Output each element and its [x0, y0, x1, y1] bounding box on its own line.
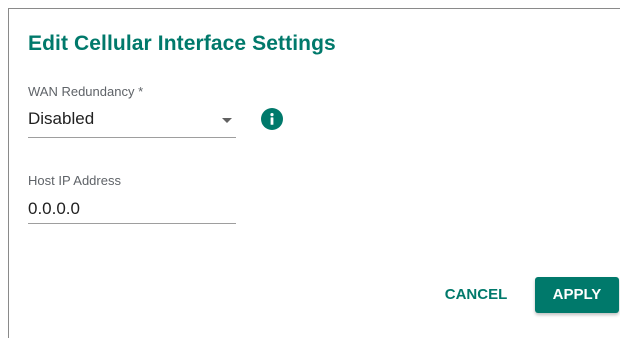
wan-redundancy-label: WAN Redundancy * — [28, 84, 144, 99]
wan-redundancy-underline — [28, 137, 236, 138]
host-ip-underline — [28, 223, 236, 224]
dialog-title: Edit Cellular Interface Settings — [28, 32, 336, 55]
wan-redundancy-value: Disabled — [28, 109, 95, 128]
edit-cellular-dialog: Edit Cellular Interface Settings WAN Red… — [8, 8, 620, 338]
host-ip-value: 0.0.0.0 — [28, 199, 80, 218]
apply-button[interactable]: APPLY — [535, 277, 619, 313]
host-ip-label: Host IP Address — [28, 173, 121, 188]
dropdown-arrow-icon[interactable] — [222, 118, 232, 123]
cancel-button[interactable]: CANCEL — [434, 277, 518, 313]
info-icon[interactable] — [261, 108, 283, 130]
